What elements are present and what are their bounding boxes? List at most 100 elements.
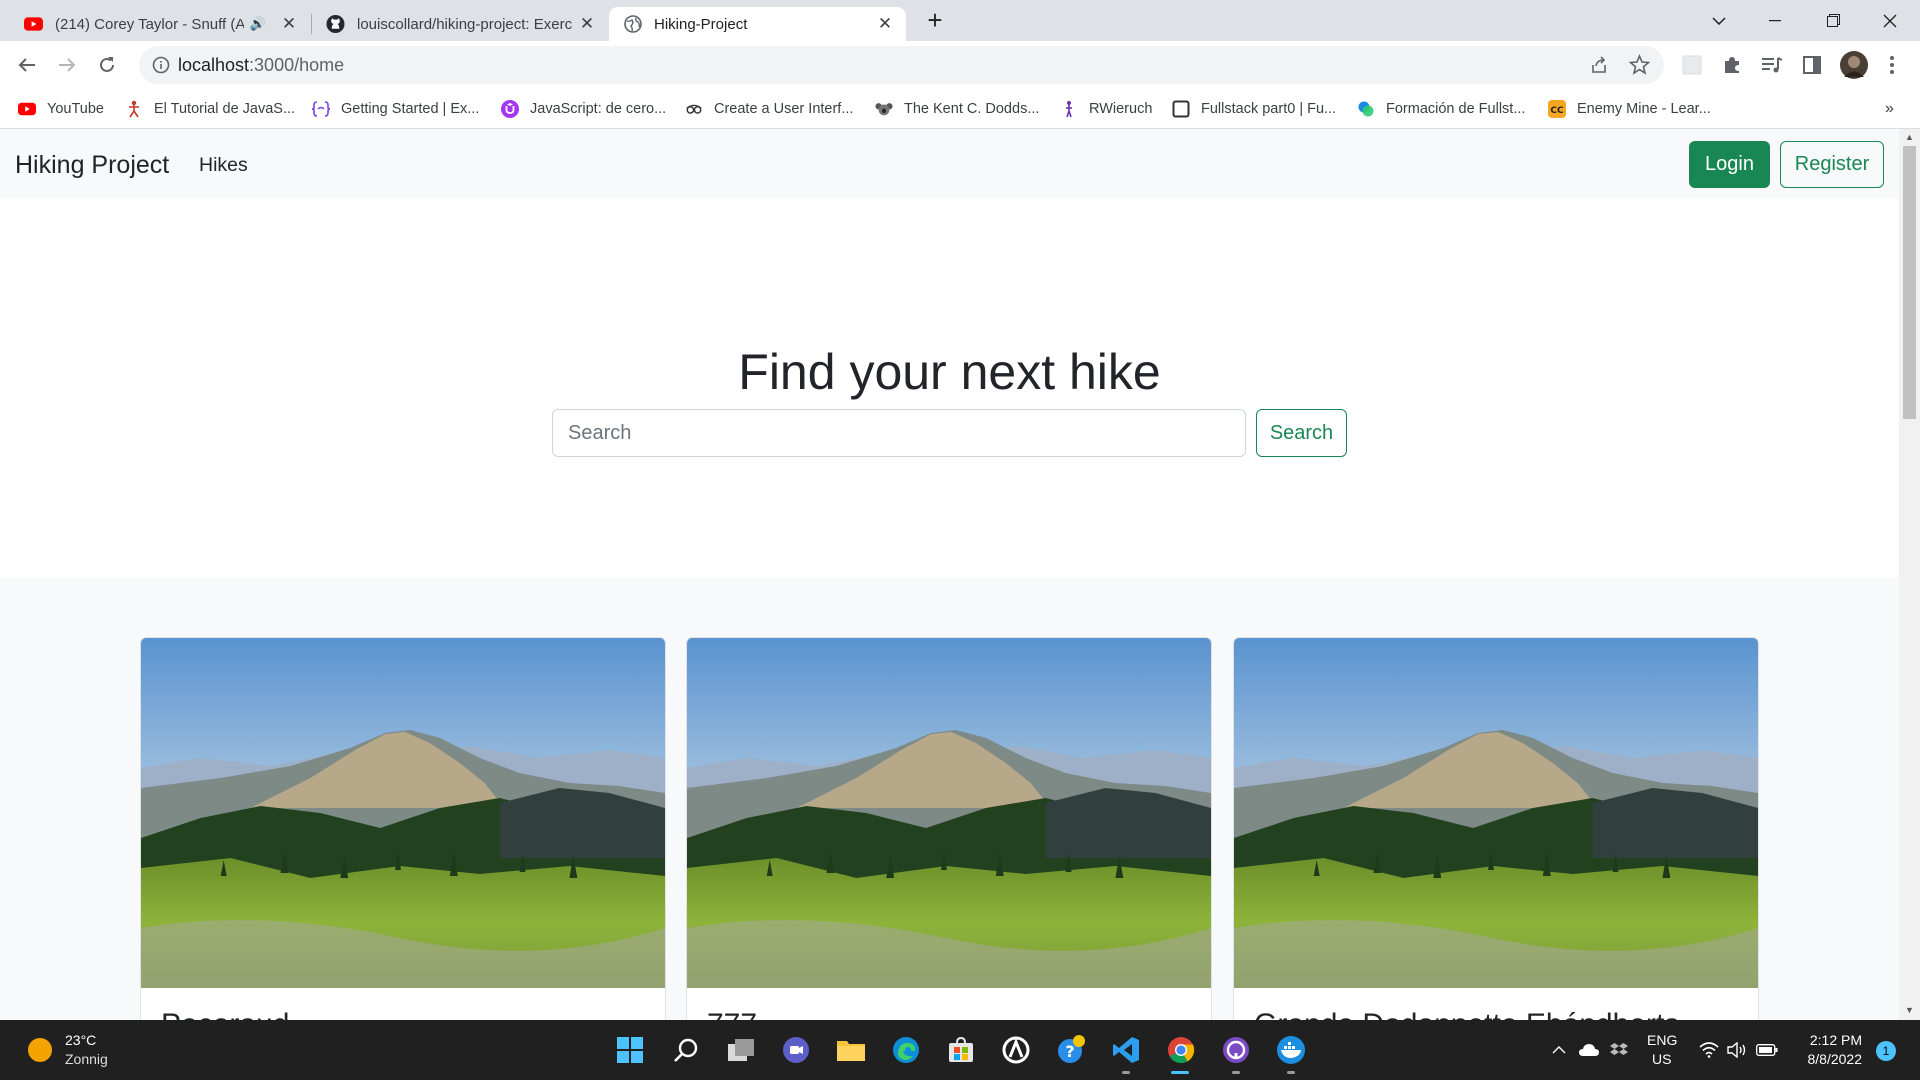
login-button[interactable]: Login (1689, 141, 1770, 188)
tab-github[interactable]: louiscollard/hiking-project: Exerc ✕ (312, 7, 608, 41)
hike-card-image (687, 638, 1211, 988)
close-window-button[interactable] (1862, 0, 1918, 41)
sun-icon[interactable] (28, 1038, 52, 1062)
bookmark-tutorial-js[interactable]: El Tutorial de JavaS... (125, 98, 295, 120)
tab-hiking-project[interactable]: Hiking-Project ✕ (609, 7, 906, 41)
notification-badge[interactable]: 1 (1876, 1041, 1896, 1061)
extension-placeholder-icon[interactable] (1677, 50, 1707, 80)
github-desktop-icon[interactable] (1218, 1032, 1254, 1068)
url-host: localhost (178, 54, 250, 75)
bookmark-star-icon[interactable] (1628, 53, 1651, 80)
docker-icon[interactable] (1273, 1032, 1309, 1068)
chevron-up-icon[interactable] (1547, 1039, 1571, 1061)
weather-temp[interactable]: 23°C (65, 1032, 96, 1048)
onedrive-cloud-icon[interactable] (1577, 1039, 1601, 1061)
search-icon[interactable] (668, 1032, 704, 1068)
bookmark-kent-c-dodds[interactable]: The Kent C. Dodds... (875, 98, 1039, 120)
edge-icon[interactable] (888, 1032, 924, 1068)
media-controls-icon[interactable] (1757, 50, 1787, 80)
wifi-icon[interactable] (1697, 1039, 1721, 1061)
close-tab-icon[interactable]: ✕ (576, 13, 598, 35)
weather-desc[interactable]: Zonnig (65, 1051, 108, 1067)
site-info-icon[interactable] (152, 56, 170, 79)
bookmark-enemy-mine[interactable]: CC Enemy Mine - Lear... (1548, 98, 1711, 120)
page-scrollbar[interactable]: ▲ ▼ (1899, 129, 1920, 1020)
url-path: :3000/home (249, 54, 345, 75)
hike-card[interactable]: 777 (686, 637, 1212, 1020)
reload-icon[interactable] (91, 49, 123, 81)
teams-chat-icon[interactable] (778, 1032, 814, 1068)
battery-icon[interactable] (1755, 1039, 1779, 1061)
bookmark-formacion-fullstack[interactable]: Formación de Fullst... (1357, 98, 1525, 120)
bookmark-label: JavaScript: de cero... (530, 101, 667, 117)
start-windows-icon[interactable] (612, 1032, 648, 1068)
minimize-button[interactable] (1747, 0, 1803, 41)
hike-card-title[interactable]: Grande Dodonnette Ebéndberts (1254, 1008, 1679, 1020)
scroll-up-icon[interactable]: ▲ (1905, 132, 1914, 142)
chrome-icon[interactable] (1163, 1032, 1199, 1068)
address-bar[interactable]: localhost:3000/home (139, 46, 1664, 84)
nav-link-hikes[interactable]: Hikes (199, 154, 248, 177)
page-viewport: Hiking Project Hikes Login Register Find… (0, 129, 1899, 1020)
bookmark-getting-started[interactable]: Getting Started | Ex... (312, 98, 479, 120)
glasses-icon (685, 100, 703, 118)
tab-title: louiscollard/hiking-project: Exerc (357, 15, 573, 33)
bookmark-label: Enemy Mine - Lear... (1577, 101, 1711, 117)
clock-time[interactable]: 2:12 PM (1802, 1032, 1862, 1048)
tab-search-icon[interactable] (1691, 0, 1747, 41)
youtube-icon (24, 15, 43, 34)
hike-card-title[interactable]: Pecoraud... (161, 1008, 314, 1020)
side-panel-icon[interactable] (1797, 50, 1827, 80)
tab-youtube[interactable]: (214) Corey Taylor - Snuff (Ac 🔊 ✕ (10, 7, 310, 41)
svg-text:?: ? (1065, 1042, 1074, 1061)
speaker-icon[interactable]: 🔊 (250, 16, 266, 32)
search-input[interactable] (552, 409, 1246, 457)
vscode-icon[interactable] (1108, 1032, 1144, 1068)
square-icon (1172, 100, 1190, 118)
youtube-icon (18, 100, 36, 118)
forward-icon[interactable] (51, 49, 83, 81)
clock-date[interactable]: 8/8/2022 (1792, 1051, 1863, 1067)
close-tab-icon[interactable]: ✕ (874, 13, 896, 35)
extensions-puzzle-icon[interactable] (1717, 50, 1747, 80)
bookmark-rwieruch[interactable]: RWieruch (1060, 98, 1152, 120)
hero-section: Find your next hike Search (0, 199, 1899, 577)
back-icon[interactable] (11, 49, 43, 81)
tab-title: Hiking-Project (654, 15, 748, 33)
store-icon[interactable] (943, 1032, 979, 1068)
bookmark-javascript-cero[interactable]: JavaScript: de cero... (501, 98, 666, 120)
scroll-down-icon[interactable]: ▼ (1905, 1005, 1914, 1015)
app-circle-icon[interactable] (998, 1032, 1034, 1068)
bookmark-label: Getting Started | Ex... (341, 101, 480, 117)
hike-card[interactable]: Grande Dodonnette Ebéndberts (1233, 637, 1759, 1020)
bookmark-label: RWieruch (1089, 101, 1153, 117)
bookmark-youtube[interactable]: YouTube (18, 98, 104, 120)
search-button[interactable]: Search (1256, 409, 1347, 457)
browser-menu-icon[interactable] (1877, 50, 1907, 80)
language-indicator[interactable]: ENG (1647, 1032, 1677, 1048)
bookmarks-overflow-button[interactable]: » (1885, 98, 1894, 120)
hike-card-title[interactable]: 777 (707, 1008, 757, 1020)
region-indicator[interactable]: US (1652, 1051, 1671, 1067)
bookmark-label: Formación de Fullst... (1386, 101, 1526, 117)
bookmark-fullstack-part0[interactable]: Fullstack part0 | Fu... (1172, 98, 1336, 120)
blob-icon (1357, 100, 1375, 118)
browser-toolbar: localhost:3000/home (0, 41, 1920, 89)
volume-icon[interactable] (1725, 1039, 1749, 1061)
scrollbar-thumb[interactable] (1903, 146, 1916, 419)
register-button[interactable]: Register (1780, 141, 1884, 188)
hike-card[interactable]: Pecoraud... (140, 637, 666, 1020)
task-view-icon[interactable] (723, 1032, 759, 1068)
dropbox-icon[interactable] (1607, 1039, 1631, 1061)
share-icon[interactable] (1589, 55, 1609, 80)
file-explorer-icon[interactable] (833, 1032, 869, 1068)
bookmark-label: The Kent C. Dodds... (904, 101, 1040, 117)
new-tab-button[interactable]: + (907, 0, 963, 41)
profile-avatar[interactable] (1838, 49, 1870, 81)
close-tab-icon[interactable]: ✕ (278, 13, 300, 35)
help-icon[interactable]: ? (1053, 1032, 1089, 1068)
bookmark-create-user-interface[interactable]: Create a User Interf... (685, 98, 853, 120)
restore-button[interactable] (1805, 0, 1861, 41)
cc-icon: CC (1548, 100, 1566, 118)
brand-link[interactable]: Hiking Project (15, 151, 169, 180)
